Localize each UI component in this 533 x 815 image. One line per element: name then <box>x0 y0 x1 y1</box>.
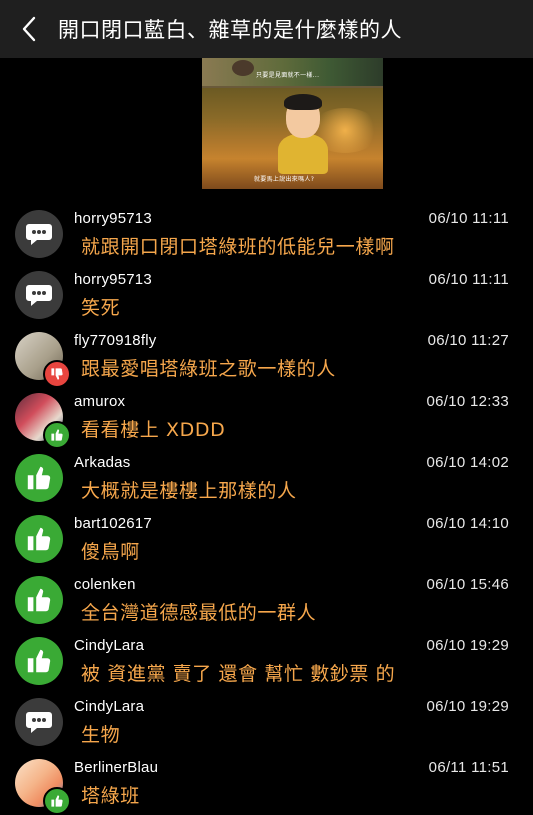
avatar[interactable] <box>15 637 63 685</box>
avatar[interactable] <box>15 210 63 258</box>
thumbs-up-icon <box>27 466 51 490</box>
comment-bubble-icon <box>26 224 52 245</box>
comment-item: colenken 06/10 15:46 全台灣道德感最低的一群人 <box>0 568 533 629</box>
comment-item: fly770918fly 06/10 11:27 跟最愛唱塔綠班之歌一樣的人 <box>0 324 533 388</box>
comment-username[interactable]: BerlinerBlau <box>74 759 158 776</box>
preview-top-frame: 只要是見面就不一樣... <box>202 58 383 86</box>
comment-username[interactable]: CindyLara <box>74 698 144 715</box>
comment-text: 傻鳥啊 <box>81 541 140 563</box>
thumbs-up-icon <box>27 649 51 673</box>
preview-caption-top: 只要是見面就不一樣... <box>256 72 320 79</box>
comment-item: bart102617 06/10 14:10 傻鳥啊 <box>0 507 533 568</box>
avatar[interactable] <box>15 515 63 563</box>
comment-time: 06/10 14:02 <box>426 454 509 471</box>
comment-text: 看看樓上 XDDD <box>81 419 226 441</box>
thumbs-down-icon <box>51 368 63 380</box>
thumbs-up-icon <box>27 588 51 612</box>
comment-time: 06/10 11:11 <box>428 210 509 227</box>
avatar[interactable] <box>15 393 71 449</box>
preview-scene: 就要馬上說出來嗎人? <box>202 88 383 189</box>
comment-time: 06/10 14:10 <box>426 515 509 532</box>
comment-item: horry95713 06/10 11:11 笑死 <box>0 263 533 324</box>
comment-text: 大概就是樓樓上那樣的人 <box>81 480 297 502</box>
comment-item: horry95713 06/10 11:11 就跟開口閉口塔綠班的低能兒一樣啊 <box>0 202 533 263</box>
comment-bubble-icon <box>26 712 52 733</box>
dislike-badge <box>43 360 71 388</box>
comment-username[interactable]: Arkadas <box>74 454 130 471</box>
page-title: 開口閉口藍白、雜草的是什麼樣的人 <box>58 18 402 42</box>
avatar[interactable] <box>15 332 71 388</box>
comment-text: 塔綠班 <box>81 785 140 807</box>
comment-time: 06/10 11:27 <box>427 332 509 349</box>
back-button[interactable] <box>0 0 58 58</box>
comment-time: 06/10 15:46 <box>426 576 509 593</box>
comment-text: 就跟開口閉口塔綠班的低能兒一樣啊 <box>81 236 395 258</box>
chevron-left-icon <box>22 16 36 42</box>
comment-username[interactable]: fly770918fly <box>74 332 156 349</box>
comment-username[interactable]: horry95713 <box>74 271 152 288</box>
thumbs-up-icon <box>51 795 63 807</box>
comment-item: Arkadas 06/10 14:02 大概就是樓樓上那樣的人 <box>0 446 533 507</box>
comment-username[interactable]: colenken <box>74 576 136 593</box>
comment-username[interactable]: bart102617 <box>74 515 152 532</box>
comment-text: 被 資進黨 賣了 還會 幫忙 數鈔票 的 <box>81 663 396 685</box>
comment-time: 06/10 19:29 <box>426 698 509 715</box>
like-badge <box>43 421 71 449</box>
comment-text: 全台灣道德感最低的一群人 <box>81 602 317 624</box>
comment-text: 跟最愛唱塔綠班之歌一樣的人 <box>81 358 336 380</box>
like-badge <box>43 787 71 815</box>
comment-text: 生物 <box>81 724 121 746</box>
comment-time: 06/10 12:33 <box>426 393 509 410</box>
thumbs-up-icon <box>27 527 51 551</box>
comment-item: CindyLara 06/10 19:29 生物 <box>0 690 533 751</box>
comment-item: BerlinerBlau 06/11 11:51 塔綠班 <box>0 751 533 815</box>
comment-time: 06/11 11:51 <box>428 759 509 776</box>
avatar[interactable] <box>15 271 63 319</box>
comment-item: CindyLara 06/10 19:29 被 資進黨 賣了 還會 幫忙 數鈔票… <box>0 629 533 690</box>
avatar[interactable] <box>15 576 63 624</box>
avatar[interactable] <box>15 454 63 502</box>
comment-bubble-icon <box>26 285 52 306</box>
comment-time: 06/10 11:11 <box>428 271 509 288</box>
comment-username[interactable]: amurox <box>74 393 125 410</box>
avatar[interactable] <box>15 698 63 746</box>
preview-caption-bottom: 就要馬上說出來嗎人? <box>254 176 315 183</box>
top-bar: 開口閉口藍白、雜草的是什麼樣的人 <box>0 0 533 58</box>
comment-username[interactable]: horry95713 <box>74 210 152 227</box>
thumbs-up-icon <box>51 429 63 441</box>
image-preview[interactable]: 只要是見面就不一樣... 就要馬上說出來嗎人? <box>202 58 383 189</box>
comment-time: 06/10 19:29 <box>426 637 509 654</box>
comment-item: amurox 06/10 12:33 看看樓上 XDDD <box>0 385 533 449</box>
comment-text: 笑死 <box>81 297 121 319</box>
comment-username[interactable]: CindyLara <box>74 637 144 654</box>
